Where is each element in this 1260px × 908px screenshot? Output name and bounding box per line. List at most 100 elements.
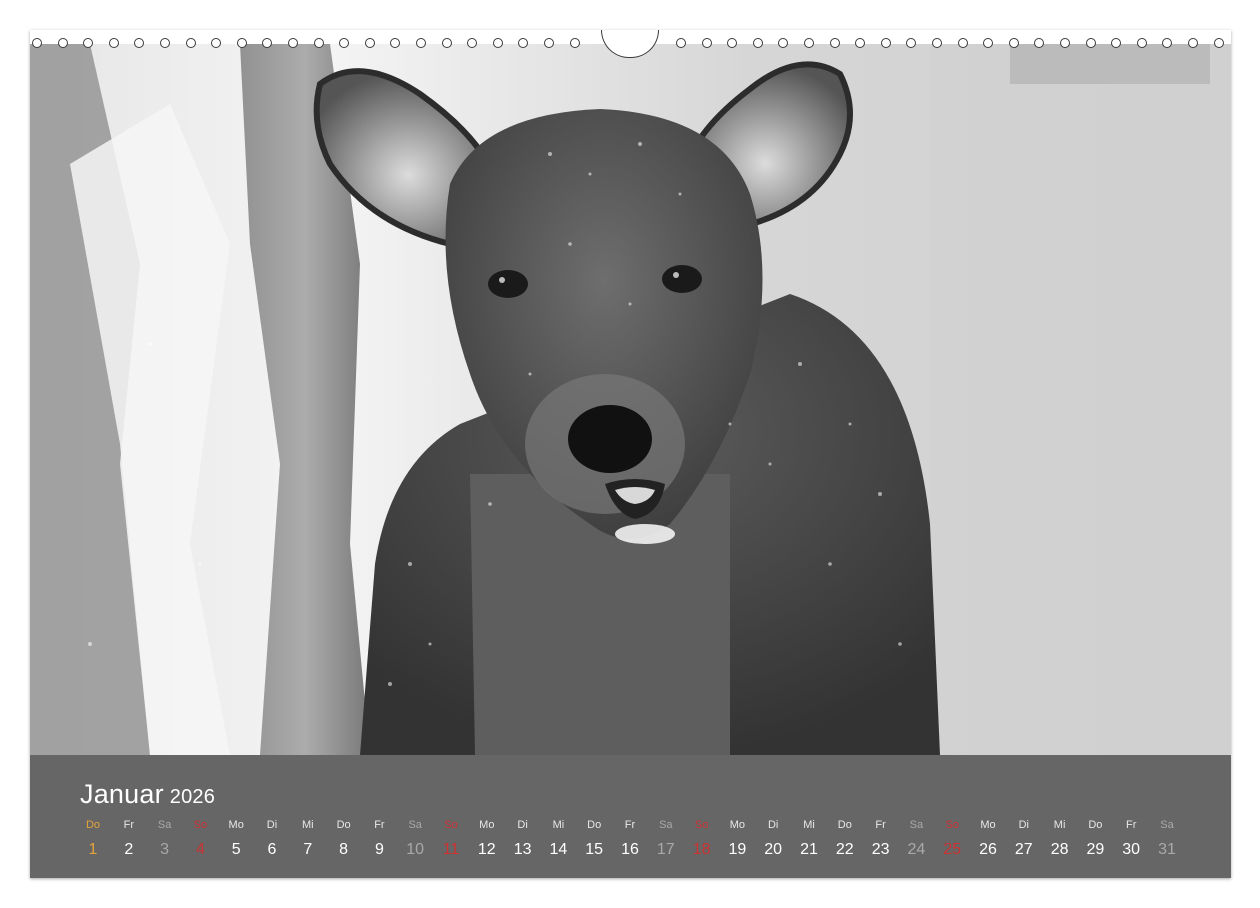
day-number: 29 [1086, 841, 1105, 858]
binding-hole [829, 38, 840, 48]
weekday-label: Do [1088, 819, 1103, 831]
weekday-label: So [444, 819, 458, 831]
binding-hole [880, 38, 891, 48]
binding-hole [416, 38, 426, 48]
weekday-label: Mo [228, 819, 244, 831]
weekday-label: Sa [408, 819, 422, 831]
binding-hole [778, 38, 789, 48]
binding-hole [1008, 38, 1019, 48]
year-label: 2026 [169, 786, 216, 808]
binding-hole [544, 38, 554, 48]
weekday-label: Sa [1160, 819, 1174, 831]
binding-hole [1034, 38, 1045, 48]
binding-hole [313, 38, 324, 48]
day-number: 17 [656, 841, 675, 858]
weekday-label: Mi [1053, 819, 1066, 831]
binding-hole [569, 38, 580, 48]
binding-hole [676, 38, 686, 48]
day-number: 4 [195, 841, 205, 858]
weekday-label: Sa [909, 819, 924, 831]
binding-hole [492, 38, 503, 48]
binding-hole [288, 38, 298, 48]
day-number: 5 [231, 841, 241, 858]
weekday-label: So [193, 819, 208, 831]
weekday-label: Do [85, 819, 101, 831]
weekday-label: Di [767, 819, 779, 831]
day-number: 1 [88, 841, 98, 858]
binding-hole [518, 38, 529, 48]
day-number: 30 [1122, 841, 1141, 858]
weekday-label: Fr [1125, 819, 1137, 831]
weekday-label: Sa [157, 819, 172, 831]
binding-hole [236, 38, 247, 48]
day-number: 13 [513, 841, 532, 858]
day-number: 28 [1050, 841, 1069, 858]
binding-hole [467, 38, 478, 48]
day-number: 15 [585, 841, 604, 858]
day-number: 9 [374, 841, 384, 858]
binding-hole [108, 38, 119, 48]
binding-hole [855, 38, 866, 48]
weekday-label: Fr [875, 819, 886, 831]
binding-hole [339, 38, 350, 48]
binding-hole [727, 38, 738, 48]
binding-hole [1213, 38, 1224, 48]
day-number: 6 [267, 841, 277, 858]
day-number: 31 [1158, 841, 1176, 858]
binding-hole [1060, 38, 1070, 48]
day-number: 12 [477, 841, 496, 858]
weekday-label: Fr [374, 819, 385, 831]
binding-hole [57, 38, 68, 48]
weekday-label: Sa [659, 819, 673, 831]
binding-hole [32, 38, 42, 48]
weekday-label: Mo [479, 819, 495, 831]
binding-hole [160, 38, 170, 48]
binding-hole [983, 38, 994, 48]
day-number: 11 [442, 841, 460, 858]
weekday-label: Do [587, 819, 602, 831]
month-name: Januar [80, 779, 164, 809]
day-number: 26 [979, 841, 997, 858]
day-number: 14 [549, 841, 568, 858]
binding-hole [1162, 38, 1173, 48]
weekday-label: Di [1018, 819, 1029, 831]
day-number: 8 [339, 841, 349, 858]
day-number: 7 [303, 841, 313, 858]
day-number: 10 [406, 841, 425, 858]
day-number: 21 [800, 841, 818, 858]
day-number: 22 [835, 841, 854, 858]
binding-hole [804, 38, 814, 48]
binding-hole [1111, 38, 1122, 48]
weekday-label: Di [266, 819, 278, 831]
weekday-label: Do [837, 819, 852, 831]
weekday-label: Fr [624, 819, 636, 831]
binding-hole [701, 38, 712, 48]
weekday-label: So [694, 819, 709, 831]
weekday-label: Di [517, 819, 528, 831]
binding-hole [906, 38, 917, 48]
binding-hole [134, 38, 145, 48]
day-number: 24 [907, 841, 926, 858]
binding-hole [1188, 38, 1198, 48]
weekday-label: Mo [729, 819, 746, 831]
day-number: 16 [621, 841, 639, 858]
binding-hole [390, 38, 401, 48]
day-number: 3 [160, 841, 170, 858]
binding-hole [752, 38, 763, 48]
weekday-label: Do [336, 819, 351, 831]
weekday-label: Mo [980, 819, 996, 831]
weekday-label: Fr [123, 819, 134, 831]
binding-hole [441, 38, 452, 48]
calendar-bar: Januar 2026 Do 1 Fr 2 Sa 3 So 4 Mo 5 Di 6 Mi 7 Do 8 Fr 9 Sa… [30, 755, 1231, 878]
deer-photo-illustration [30, 44, 1231, 755]
binding-hole [1085, 38, 1096, 48]
weekday-label: Mi [301, 819, 314, 831]
binding-hole [83, 38, 94, 48]
binding-hole [211, 38, 222, 48]
weekday-label: Mi [803, 819, 815, 831]
day-number: 19 [728, 841, 747, 858]
day-number: 27 [1014, 841, 1033, 858]
day-number: 25 [943, 841, 962, 858]
day-number: 23 [871, 841, 890, 858]
day-number: 2 [124, 841, 134, 858]
